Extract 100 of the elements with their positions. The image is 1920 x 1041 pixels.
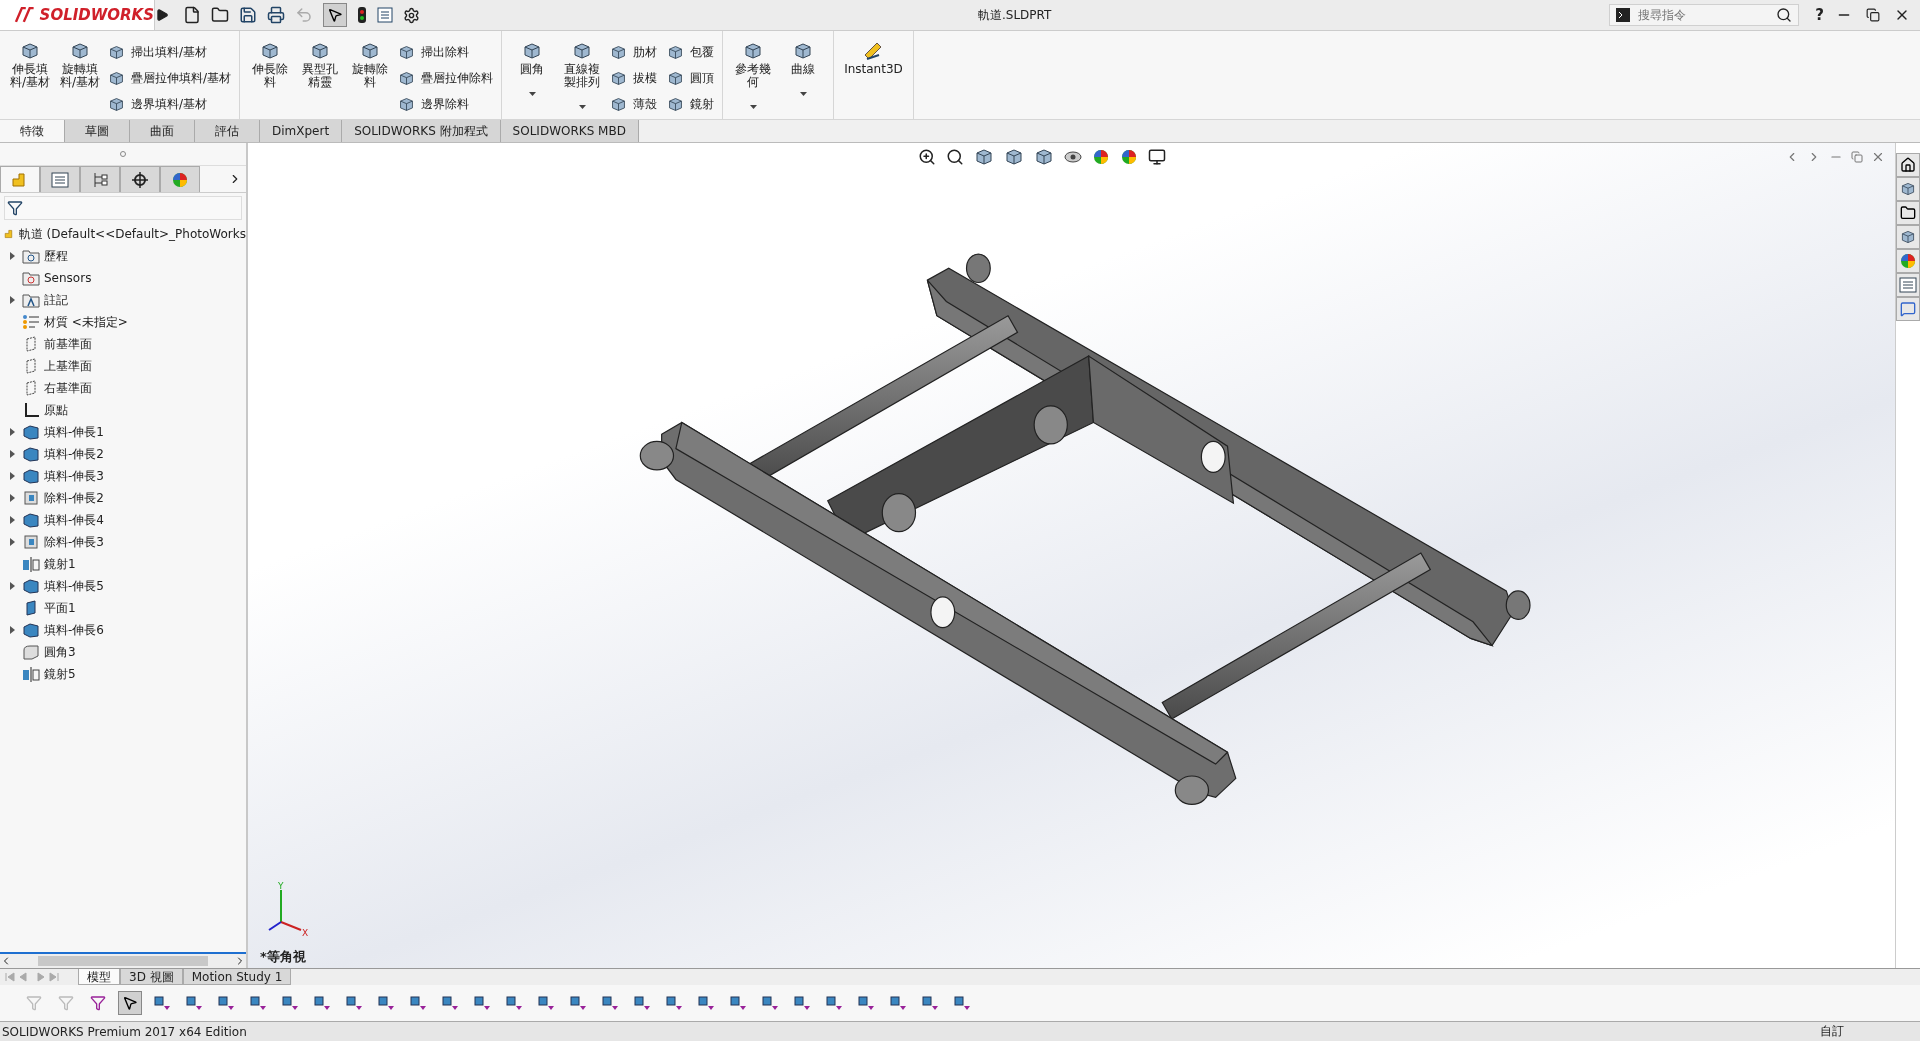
ribbon-tab[interactable]: SOLIDWORKS 附加程式 xyxy=(342,120,501,142)
search-field[interactable]: 搜尋指令 xyxy=(1609,4,1800,26)
ribbon-button[interactable]: 參考幾 何 xyxy=(731,39,776,114)
expand-arrow-icon[interactable] xyxy=(9,582,15,590)
tree-item[interactable]: 原點 xyxy=(44,401,68,419)
ribbon-button[interactable]: 圓頂 xyxy=(667,65,715,91)
select-tool-button[interactable] xyxy=(323,3,347,27)
panel-tab[interactable] xyxy=(120,166,160,192)
task-pane-button[interactable] xyxy=(1896,153,1920,177)
ribbon-button[interactable]: 伸長除 料 xyxy=(248,39,293,91)
expand-arrow-icon[interactable] xyxy=(9,428,15,436)
grip-icon[interactable] xyxy=(120,151,126,157)
tree-item[interactable]: 填料-伸長3 xyxy=(44,467,104,485)
ribbon-button[interactable]: 鏡射 xyxy=(667,91,715,117)
ribbon-button[interactable]: 旋轉除 料 xyxy=(348,39,393,91)
ribbon-tab[interactable]: DimXpert xyxy=(260,120,343,142)
monitor-icon[interactable] xyxy=(1148,148,1166,166)
expand-arrow-icon[interactable] xyxy=(9,296,15,304)
tree-item[interactable]: 填料-伸長2 xyxy=(44,445,104,463)
ribbon-button[interactable]: 圓角 xyxy=(510,39,555,101)
caret-icon xyxy=(799,92,807,96)
eye-icon[interactable] xyxy=(1064,150,1082,164)
filter-field[interactable] xyxy=(4,196,242,220)
expand-arrow-icon[interactable] xyxy=(9,494,15,502)
window-title: 軌道.SLDPRT xyxy=(976,6,1053,24)
ribbon-button[interactable]: 掃出除料 xyxy=(398,39,494,65)
ribbon-tab[interactable]: 曲面 xyxy=(130,120,195,142)
tree-item[interactable]: 材質 <未指定> xyxy=(44,313,128,331)
tree-item[interactable]: 鏡射5 xyxy=(44,665,76,683)
tree-item[interactable]: 除料-伸長3 xyxy=(44,533,104,551)
ribbon-button[interactable]: 直線複 製排列 xyxy=(560,39,605,114)
expand-arrow-icon[interactable] xyxy=(9,626,15,634)
zoom-area-icon[interactable] xyxy=(946,148,964,166)
caret-icon xyxy=(578,105,586,109)
expand-arrow-icon[interactable] xyxy=(9,252,15,260)
ribbon-button[interactable]: 邊界除料 xyxy=(398,91,494,117)
ribbon-button[interactable]: 肋材 xyxy=(610,39,658,65)
ribbon-button[interactable]: 疊層拉伸除料 xyxy=(398,65,494,91)
expand-arrow-icon[interactable] xyxy=(9,538,15,546)
model-tab[interactable]: 3D 視圖 xyxy=(120,969,183,985)
print-icon[interactable] xyxy=(267,6,285,24)
ribbon-button[interactable]: 邊界填料/基材 xyxy=(108,91,232,117)
cube-icon xyxy=(793,41,814,61)
expand-arrow-icon[interactable] xyxy=(9,472,15,480)
cube-icon xyxy=(522,41,543,61)
settings-icon[interactable] xyxy=(403,6,420,24)
list-icon[interactable] xyxy=(377,7,393,23)
tree-item[interactable]: 平面1 xyxy=(44,599,76,617)
view-cube-icon xyxy=(974,147,994,167)
expand-arrow-icon[interactable] xyxy=(9,516,15,524)
traffic-light-icon[interactable] xyxy=(357,6,367,24)
ribbon-tab[interactable]: SOLIDWORKS MBD xyxy=(500,120,639,142)
task-pane-button[interactable] xyxy=(1896,201,1920,225)
pointer-icon xyxy=(122,995,138,1011)
ribbon-button[interactable]: 疊層拉伸填料/基材 xyxy=(108,65,232,91)
ribbon-button[interactable]: 拔模 xyxy=(610,65,658,91)
ribbon-button[interactable]: 曲線 xyxy=(781,39,826,101)
ribbon-button[interactable]: 旋轉填 料/基材 xyxy=(58,39,103,91)
help-button[interactable]: ? xyxy=(1815,6,1824,24)
ribbon-button[interactable]: 異型孔 精靈 xyxy=(298,39,343,91)
restore-icon[interactable] xyxy=(1866,8,1880,22)
tree-item[interactable]: 註記 xyxy=(44,291,68,309)
ribbon-tab[interactable]: 評估 xyxy=(195,120,260,142)
tree-item[interactable]: 填料-伸長5 xyxy=(44,577,104,595)
ribbon-button[interactable]: 薄殼 xyxy=(610,91,658,117)
save-icon[interactable] xyxy=(239,6,257,24)
tree-item[interactable]: 右基準面 xyxy=(44,379,92,397)
new-document-icon[interactable] xyxy=(183,6,201,24)
tree-item[interactable]: 鏡射1 xyxy=(44,555,76,573)
units-label[interactable]: 自訂 xyxy=(1820,1023,1844,1040)
tree-item[interactable]: 除料-伸長2 xyxy=(44,489,104,507)
tree-item[interactable]: 上基準面 xyxy=(44,357,92,375)
tree-item[interactable]: 前基準面 xyxy=(44,335,92,353)
model-tab[interactable]: 模型 xyxy=(78,969,120,985)
tree-item[interactable]: 填料-伸長1 xyxy=(44,423,104,441)
cube-icon xyxy=(108,69,126,87)
tree-item[interactable]: 軌道 (Default<<Default>_PhotoWorks xyxy=(18,225,246,243)
cube-icon xyxy=(743,41,764,61)
search-icon[interactable] xyxy=(1776,7,1793,23)
mirror-icon xyxy=(22,666,40,682)
zoom-icon[interactable] xyxy=(918,148,936,166)
ribbon-button[interactable]: Instant3D xyxy=(842,39,905,78)
tree-item[interactable]: Sensors xyxy=(44,271,92,285)
ribbon-tab[interactable]: 特徵 xyxy=(0,120,65,142)
cube-icon xyxy=(398,43,416,61)
select-arrow-button[interactable] xyxy=(118,991,142,1015)
ribbon-button[interactable]: 伸長填 料/基材 xyxy=(8,39,53,91)
search-input[interactable]: 搜尋指令 xyxy=(1636,7,1771,23)
tree-item[interactable]: 填料-伸長6 xyxy=(44,621,104,639)
open-folder-icon[interactable] xyxy=(211,6,229,24)
tree-item[interactable]: 填料-伸長4 xyxy=(44,511,104,529)
tree-item[interactable]: 歷程 xyxy=(44,247,68,265)
expand-icon[interactable] xyxy=(155,8,169,22)
horizontal-scrollbar[interactable] xyxy=(0,954,246,968)
ribbon-button[interactable]: 掃出填料/基材 xyxy=(108,39,232,65)
ribbon-tab[interactable]: 草圖 xyxy=(65,120,130,142)
ribbon-button[interactable]: 包覆 xyxy=(667,39,715,65)
expand-arrow-icon[interactable] xyxy=(9,450,15,458)
tree-item[interactable]: 圓角3 xyxy=(44,643,76,661)
model-tab[interactable]: Motion Study 1 xyxy=(182,969,292,985)
